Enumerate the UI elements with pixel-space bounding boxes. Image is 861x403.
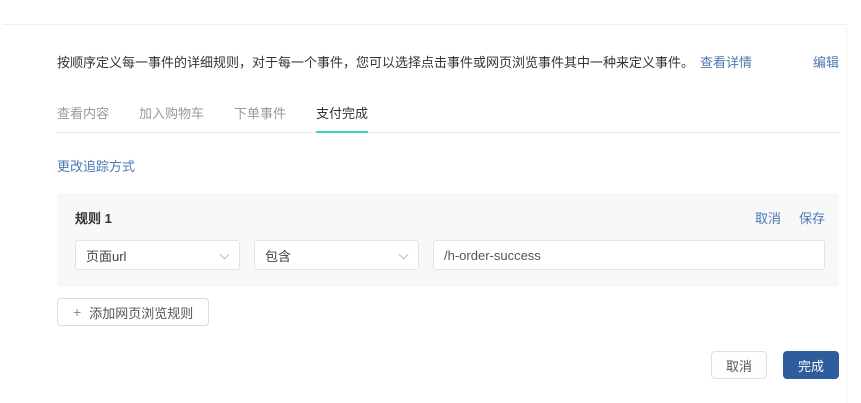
rule-title: 规则 1 — [75, 211, 112, 227]
rule-field-select[interactable]: 页面url — [75, 240, 240, 271]
rule-value-input[interactable] — [433, 240, 825, 271]
rule-condition-row: 页面url 包含 — [75, 240, 825, 271]
tab-add-to-cart[interactable]: 加入购物车 — [139, 103, 204, 133]
tab-view-content[interactable]: 查看内容 — [57, 103, 109, 133]
chevron-down-icon — [219, 249, 230, 260]
tab-payment-complete[interactable]: 支付完成 — [316, 103, 369, 134]
event-tabs: 查看内容 加入购物车 下单事件 支付完成 — [57, 103, 839, 134]
rule-field-select-value: 页面url — [86, 248, 127, 264]
cancel-button[interactable]: 取消 — [710, 351, 767, 380]
plus-icon: + — [73, 304, 82, 321]
edit-link[interactable]: 编辑 — [813, 54, 839, 72]
change-tracking-method-link[interactable]: 更改追踪方式 — [57, 156, 135, 175]
rule-card: 规则 1 取消 保存 页面url 包含 — [57, 193, 839, 288]
event-rules-panel: 按顺序定义每一事件的详细规则，对于每一个事件，您可以选择点击事件或网页浏览事件其… — [2, 24, 847, 403]
rule-cancel-link[interactable]: 取消 — [755, 208, 781, 227]
rule-actions: 取消 保存 — [755, 208, 825, 227]
tab-place-order[interactable]: 下单事件 — [234, 103, 286, 133]
chevron-down-icon — [398, 249, 409, 260]
rule-operator-select[interactable]: 包含 — [254, 240, 419, 271]
rule-card-header: 规则 1 取消 保存 — [75, 208, 825, 227]
view-details-link[interactable]: 查看详情 — [700, 54, 752, 72]
done-button[interactable]: 完成 — [782, 351, 839, 380]
add-pageview-rule-label: 添加网页浏览规则 — [89, 305, 194, 321]
description-row: 按顺序定义每一事件的详细规则，对于每一个事件，您可以选择点击事件或网页浏览事件其… — [57, 54, 839, 72]
description-text: 按顺序定义每一事件的详细规则，对于每一个事件，您可以选择点击事件或网页浏览事件其… — [57, 55, 695, 70]
rule-operator-select-value: 包含 — [265, 248, 292, 264]
add-pageview-rule-button[interactable]: + 添加网页浏览规则 — [57, 298, 210, 327]
footer-actions: 取消 完成 — [57, 351, 839, 380]
rule-save-link[interactable]: 保存 — [799, 208, 825, 227]
